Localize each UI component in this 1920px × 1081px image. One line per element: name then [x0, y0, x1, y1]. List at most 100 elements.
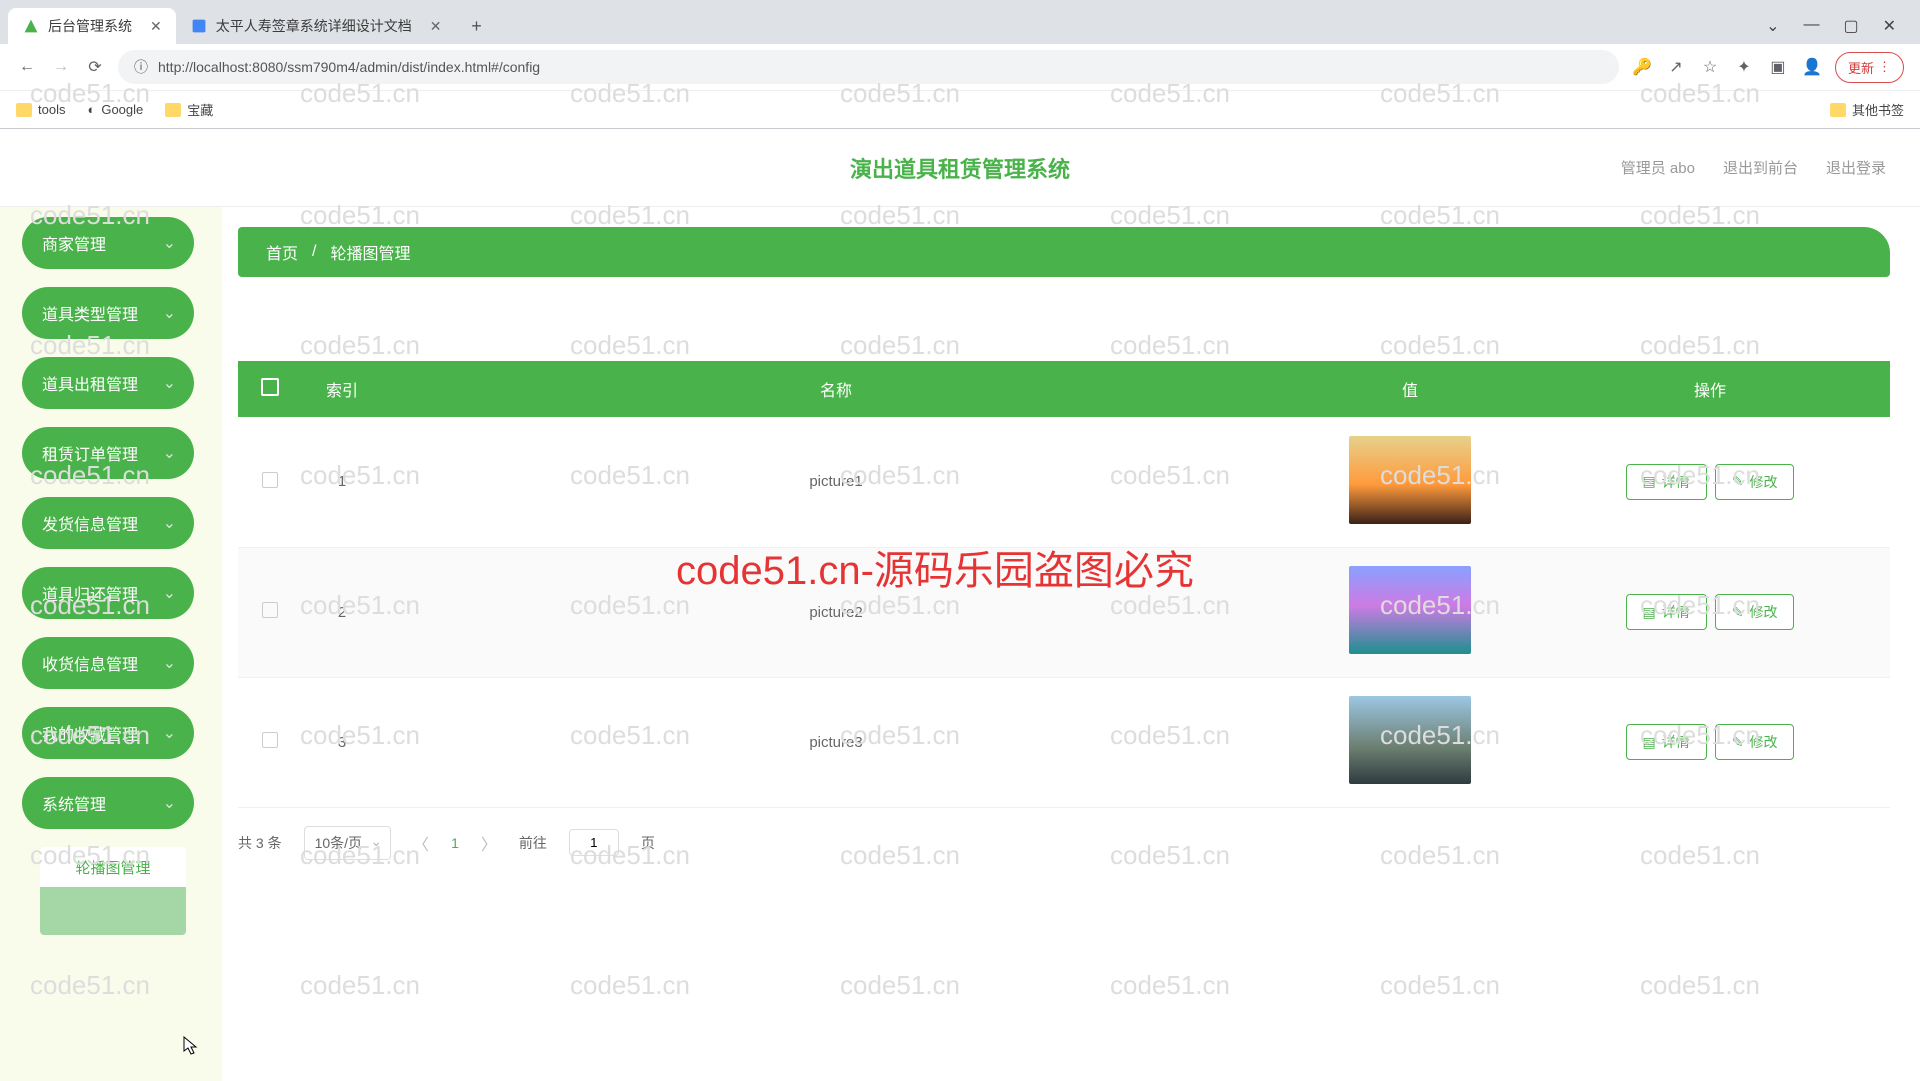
- pager-goto-input[interactable]: [569, 829, 619, 856]
- goto-front-link[interactable]: 退出到前台: [1723, 157, 1798, 178]
- sidebar-sub-label: 轮播图管理: [75, 857, 150, 878]
- forward-icon[interactable]: →: [50, 56, 72, 78]
- cursor-icon: [183, 1036, 199, 1056]
- chevron-down-icon: ⌄: [163, 303, 176, 323]
- edit-button[interactable]: ✎修改: [1715, 464, 1795, 500]
- cell-actions: ▤详情✎修改: [1530, 547, 1890, 677]
- detail-button[interactable]: ▤详情: [1626, 724, 1707, 760]
- page-title: 演出道具租赁管理系统: [850, 152, 1070, 184]
- breadcrumb-home[interactable]: 首页: [266, 240, 298, 264]
- table-header-row: 索引 名称 值 操作: [238, 361, 1890, 417]
- browser-tab[interactable]: 太平人寿签章系统详细设计文档 ✕: [176, 8, 456, 44]
- maximize-icon[interactable]: ▢: [1843, 16, 1858, 36]
- browser-tab-active[interactable]: 后台管理系统 ✕: [8, 8, 176, 44]
- bookmark-tools[interactable]: tools: [16, 102, 65, 117]
- cell-value: [1290, 547, 1530, 677]
- row-checkbox[interactable]: [262, 472, 278, 488]
- edit-button[interactable]: ✎修改: [1715, 724, 1795, 760]
- cell-name: picture1: [382, 417, 1290, 547]
- thumbnail-image: [1349, 436, 1471, 524]
- bookmark-treasure[interactable]: 宝藏: [165, 100, 213, 119]
- cell-index: 3: [302, 677, 382, 807]
- folder-icon: [1830, 103, 1846, 117]
- cell-index: 1: [302, 417, 382, 547]
- sidebar-item-ship-info[interactable]: 发货信息管理⌄: [22, 497, 194, 549]
- admin-label[interactable]: 管理员 abo: [1621, 157, 1695, 178]
- chevron-down-icon: ⌄: [370, 833, 382, 850]
- table-row: 2picture2▤详情✎修改: [238, 547, 1890, 677]
- detail-button[interactable]: ▤详情: [1626, 464, 1707, 500]
- close-window-icon[interactable]: ✕: [1883, 16, 1896, 36]
- minimize-icon[interactable]: ―: [1803, 16, 1819, 36]
- folder-icon: [16, 103, 32, 117]
- pager-prev[interactable]: 〈: [413, 831, 429, 855]
- tab-close-icon[interactable]: ✕: [430, 18, 442, 35]
- chevron-down-icon[interactable]: ⌄: [1766, 16, 1779, 36]
- breadcrumb: 首页 / 轮播图管理: [238, 227, 1890, 277]
- panel-icon[interactable]: ▣: [1767, 56, 1789, 78]
- url-box[interactable]: ⓘ http://localhost:8080/ssm790m4/admin/d…: [118, 50, 1619, 84]
- chevron-down-icon: ⌄: [163, 513, 176, 533]
- share-icon[interactable]: ↗: [1665, 56, 1687, 78]
- back-icon[interactable]: ←: [16, 56, 38, 78]
- tab-title: 太平人寿签章系统详细设计文档: [216, 16, 412, 36]
- content-area: 首页 / 轮播图管理 索引 名称 值 操作 1picture1: [222, 207, 1920, 1081]
- table-row: 1picture1 ▤详情✎修改: [238, 417, 1890, 547]
- cell-value: [1290, 417, 1530, 547]
- profile-icon[interactable]: 👤: [1801, 56, 1823, 78]
- sidebar-item-merchant[interactable]: 商家管理⌄: [22, 217, 194, 269]
- new-tab-button[interactable]: +: [461, 11, 491, 41]
- page-size-select[interactable]: 10条/页⌄: [304, 826, 391, 860]
- pager-next[interactable]: 〉: [481, 831, 497, 855]
- bookmarks-bar: tools ◐Google 宝藏 其他书签: [0, 90, 1920, 128]
- sidebar-item-system[interactable]: 系统管理⌄: [22, 777, 194, 829]
- breadcrumb-sep: /: [312, 243, 316, 261]
- pager-total: 共 3 条: [238, 833, 282, 853]
- edit-icon: ✎: [1732, 734, 1744, 751]
- key-icon[interactable]: 🔑: [1631, 56, 1653, 78]
- col-value: 值: [1290, 361, 1530, 417]
- checkbox-all[interactable]: [261, 378, 279, 396]
- pager-current[interactable]: 1: [451, 835, 459, 851]
- star-icon[interactable]: ☆: [1699, 56, 1721, 78]
- pagination: 共 3 条 10条/页⌄ 〈 1 〉 前往 页: [238, 826, 1890, 860]
- row-checkbox[interactable]: [262, 602, 278, 618]
- bookmark-google[interactable]: ◐Google: [87, 102, 143, 117]
- url-text: http://localhost:8080/ssm790m4/admin/dis…: [158, 59, 540, 75]
- data-table: 索引 名称 值 操作 1picture1▤详情✎修改2picture2▤详情✎修…: [238, 361, 1890, 808]
- col-name: 名称: [382, 361, 1290, 417]
- pager-page-suffix: 页: [641, 833, 655, 853]
- cell-actions: ▤详情✎修改: [1530, 417, 1890, 547]
- edit-button[interactable]: ✎修改: [1715, 594, 1795, 630]
- cell-index: 2: [302, 547, 382, 677]
- cell-value: [1290, 677, 1530, 807]
- reload-icon[interactable]: ⟳: [84, 56, 106, 78]
- chevron-down-icon: ⌄: [163, 653, 176, 673]
- cell-actions: ▤详情✎修改: [1530, 677, 1890, 807]
- favicon-icon: [22, 17, 40, 35]
- table-row: 3picture3▤详情✎修改: [238, 677, 1890, 807]
- sidebar-item-my-fav[interactable]: 我的收藏管理⌄: [22, 707, 194, 759]
- logout-link[interactable]: 退出登录: [1826, 157, 1886, 178]
- chevron-down-icon: ⌄: [163, 583, 176, 603]
- sidebar-item-receive-info[interactable]: 收货信息管理⌄: [22, 637, 194, 689]
- sidebar-item-prop-return[interactable]: 道具归还管理⌄: [22, 567, 194, 619]
- row-checkbox[interactable]: [262, 732, 278, 748]
- sidebar-sub-carousel[interactable]: 轮播图管理: [40, 847, 186, 935]
- detail-button[interactable]: ▤详情: [1626, 594, 1707, 630]
- sidebar-item-prop-rent[interactable]: 道具出租管理⌄: [22, 357, 194, 409]
- other-bookmarks[interactable]: 其他书签: [1830, 100, 1904, 119]
- page-header: 演出道具租赁管理系统 管理员 abo 退出到前台 退出登录: [0, 129, 1920, 207]
- edit-icon: ✎: [1732, 473, 1744, 490]
- sidebar-item-prop-type[interactable]: 道具类型管理⌄: [22, 287, 194, 339]
- browser-chrome: 后台管理系统 ✕ 太平人寿签章系统详细设计文档 ✕ + ⌄ ― ▢ ✕ ← → …: [0, 0, 1920, 129]
- update-button[interactable]: 更新⋮: [1835, 52, 1904, 83]
- extensions-icon[interactable]: ✦: [1733, 56, 1755, 78]
- tab-close-icon[interactable]: ✕: [150, 18, 162, 35]
- chevron-down-icon: ⌄: [163, 793, 176, 813]
- sidebar-item-rent-order[interactable]: 租赁订单管理⌄: [22, 427, 194, 479]
- col-index: 索引: [302, 361, 382, 417]
- doc-icon: ▤: [1643, 604, 1656, 621]
- thumbnail-image: [1349, 696, 1471, 784]
- sidebar: 商家管理⌄ 道具类型管理⌄ 道具出租管理⌄ 租赁订单管理⌄ 发货信息管理⌄ 道具…: [0, 207, 222, 1081]
